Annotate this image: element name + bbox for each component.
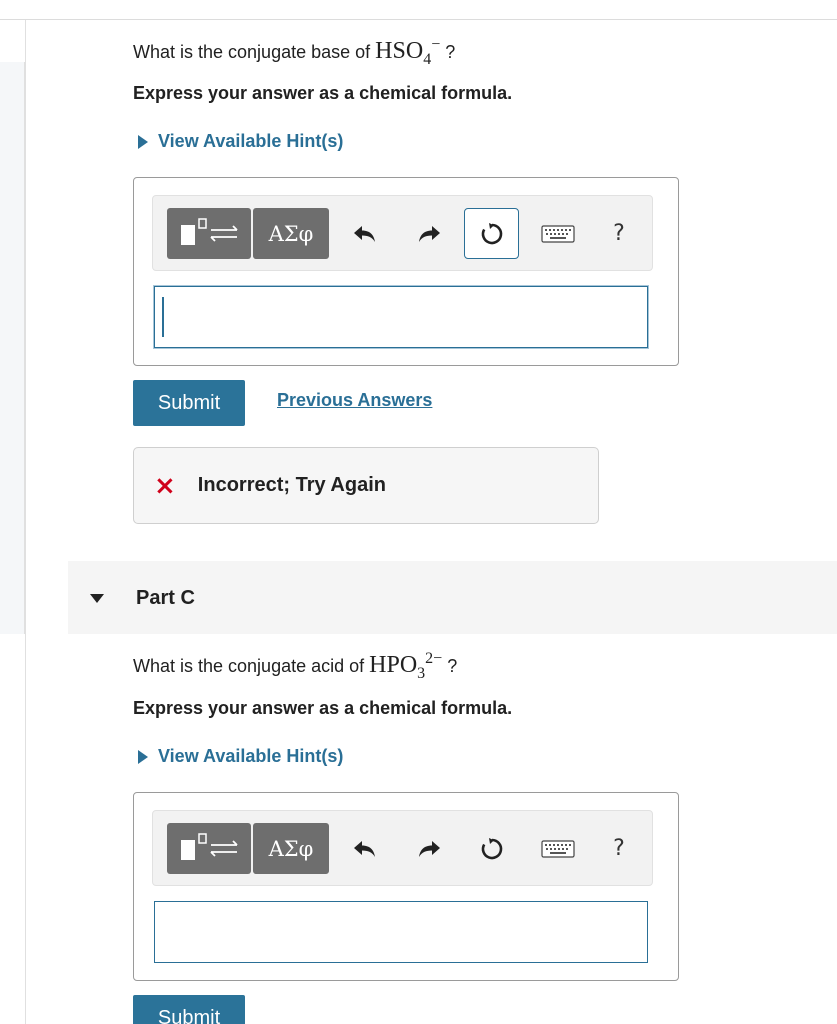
part-b-instruction: Express your answer as a chemical formul… xyxy=(133,83,513,103)
redo-button[interactable] xyxy=(409,823,449,874)
keyboard-shortcuts-button[interactable] xyxy=(533,208,583,259)
x-mark-icon: × xyxy=(154,470,176,501)
undo-button[interactable] xyxy=(345,208,385,259)
keyboard-shortcuts-button[interactable] xyxy=(533,823,583,874)
part-c-header[interactable]: Part C xyxy=(68,561,837,634)
part-c-submit-button[interactable]: Submit xyxy=(133,995,245,1024)
greek-symbols-button[interactable]: ΑΣφ xyxy=(253,823,329,874)
help-icon: ? xyxy=(613,836,625,861)
reset-icon xyxy=(481,222,502,244)
templates-button[interactable] xyxy=(167,208,251,259)
part-c-instruction: Express your answer as a chemical formul… xyxy=(133,698,513,718)
formula: HPO32− xyxy=(369,650,443,682)
answer-input[interactable] xyxy=(154,286,648,348)
redo-button[interactable] xyxy=(409,208,449,259)
help-icon: ? xyxy=(613,221,625,246)
question-text: What is the conjugate acid of xyxy=(133,656,365,676)
part-b-submit-button[interactable]: Submit xyxy=(133,380,245,426)
previous-answers-link[interactable]: Previous Answers xyxy=(277,390,432,411)
top-divider xyxy=(0,19,837,20)
redo-icon xyxy=(419,840,440,857)
left-divider xyxy=(25,20,26,1024)
text-caret xyxy=(162,297,164,337)
left-side-panel xyxy=(0,62,25,634)
caret-down-icon xyxy=(90,594,104,603)
part-title: Part C xyxy=(136,587,195,609)
templates-icon xyxy=(181,218,238,245)
templates-icon xyxy=(181,833,238,860)
part-c-answer-box: ΑΣφ ? xyxy=(133,792,679,981)
part-b-answer-box: ΑΣφ ? xyxy=(133,177,679,366)
caret-right-icon xyxy=(138,134,148,149)
answer-input[interactable] xyxy=(154,901,648,963)
undo-icon xyxy=(354,840,375,857)
templates-button[interactable] xyxy=(167,823,251,874)
reset-icon xyxy=(481,837,502,859)
part-c-hint-toggle[interactable]: View Available Hint(s) xyxy=(138,746,343,767)
question-text: What is the conjugate base of xyxy=(133,42,371,62)
reset-button[interactable] xyxy=(464,823,519,874)
math-toolbar: ΑΣφ ? xyxy=(152,195,653,271)
part-b-hint-toggle[interactable]: View Available Hint(s) xyxy=(138,131,343,152)
keyboard-shortcuts-icon xyxy=(541,839,575,858)
help-button[interactable]: ? xyxy=(599,823,639,874)
part-b-question: What is the conjugate base of HSO4− ? xyxy=(133,36,455,69)
hint-label: View Available Hint(s) xyxy=(158,131,344,151)
help-button[interactable]: ? xyxy=(599,208,639,259)
question-mark: ? xyxy=(447,656,458,676)
math-toolbar: ΑΣφ ? xyxy=(152,810,653,886)
reset-button[interactable] xyxy=(464,208,519,259)
greek-symbols-button[interactable]: ΑΣφ xyxy=(253,208,329,259)
feedback-text: Incorrect; Try Again xyxy=(197,474,386,496)
undo-icon xyxy=(354,225,375,242)
redo-icon xyxy=(419,225,440,242)
feedback-panel: × Incorrect; Try Again xyxy=(133,447,599,524)
formula: HSO4− xyxy=(375,36,441,68)
part-c-question: What is the conjugate acid of HPO32− ? xyxy=(133,650,457,683)
question-mark: ? xyxy=(445,42,456,62)
caret-right-icon xyxy=(138,749,148,764)
hint-label: View Available Hint(s) xyxy=(158,746,344,766)
undo-button[interactable] xyxy=(345,823,385,874)
keyboard-shortcuts-icon xyxy=(541,224,575,243)
